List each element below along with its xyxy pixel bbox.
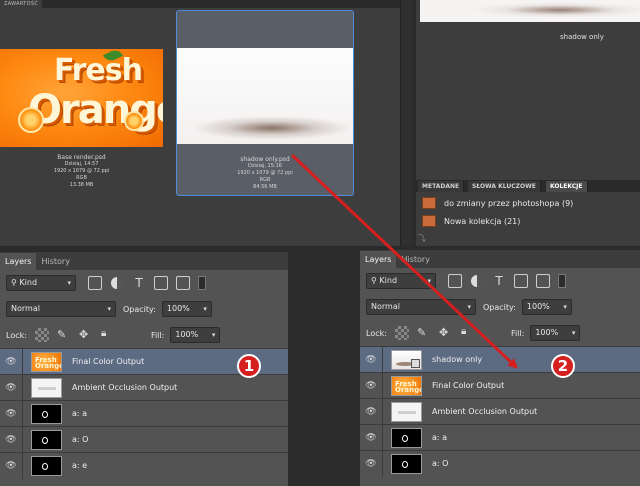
annotation-arrow	[290, 153, 518, 369]
arrow-line	[290, 153, 518, 369]
